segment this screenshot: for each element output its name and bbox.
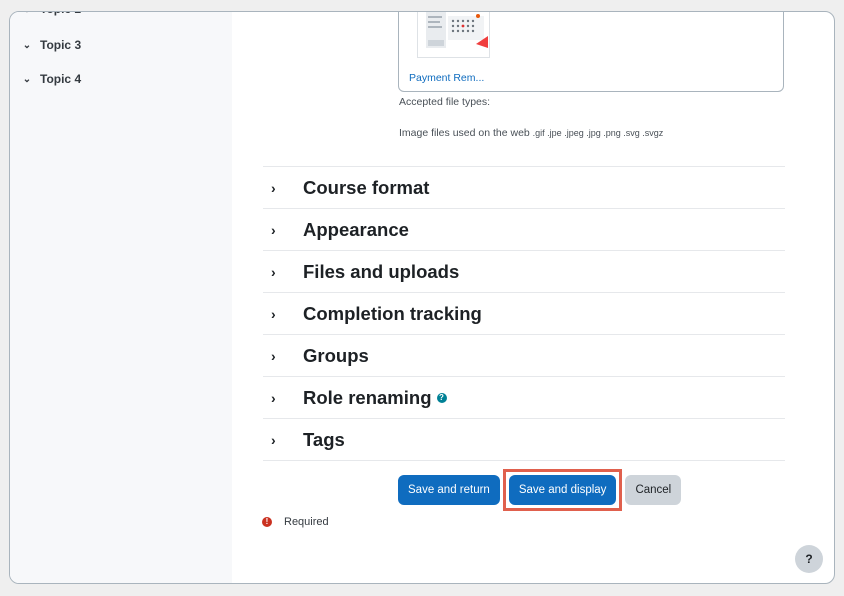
form-buttons: Save and return Save and display Cancel	[398, 469, 682, 511]
chevron-down-icon: ⌄	[22, 39, 32, 51]
section-tags[interactable]: › Tags	[263, 419, 785, 461]
sidebar-item-label: Topic 2	[40, 12, 81, 16]
chevron-right-icon: ›	[271, 347, 276, 364]
section-course-format[interactable]: › Course format	[263, 166, 785, 209]
section-label: Tags	[303, 428, 345, 450]
accepted-types-extensions: .gif .jpe .jpeg .jpg .png .svg .svgz	[532, 128, 664, 138]
browser-window: ⌄ Topic 2 ⌄ Topic 3 ⌄ Topic 4	[9, 11, 835, 584]
section-completion-tracking[interactable]: › Completion tracking	[263, 293, 785, 335]
save-and-return-button[interactable]: Save and return	[398, 475, 500, 505]
section-appearance[interactable]: › Appearance	[263, 209, 785, 251]
section-label: Role renaming	[303, 386, 432, 408]
section-label: Appearance	[303, 218, 409, 240]
chevron-down-icon: ⌄	[22, 73, 32, 85]
accepted-types-description: Image files used on the web	[399, 127, 530, 139]
required-label: Required	[284, 516, 329, 528]
section-label: Files and uploads	[303, 260, 460, 282]
file-thumbnail[interactable]	[417, 12, 490, 58]
chevron-right-icon: ›	[271, 179, 276, 196]
highlight-box: Save and display	[502, 469, 623, 511]
section-files-and-uploads[interactable]: › Files and uploads	[263, 251, 785, 293]
chevron-right-icon: ›	[271, 305, 276, 322]
collapsible-sections: › Course format › Appearance › Files and…	[263, 166, 785, 461]
section-label: Course format	[303, 176, 430, 198]
sidebar-item-label: Topic 4	[40, 72, 82, 86]
help-button[interactable]: ?	[795, 545, 823, 573]
section-label: Completion tracking	[303, 302, 482, 324]
section-label: Groups	[303, 344, 369, 366]
section-role-renaming[interactable]: › Role renaming ?	[263, 377, 785, 419]
required-icon: !	[262, 517, 272, 527]
sidebar-item-topic-3[interactable]: ⌄ Topic 3	[22, 38, 81, 52]
main-content: Payment Rem... Accepted file types: Imag…	[232, 12, 834, 583]
chevron-right-icon: ›	[271, 263, 276, 280]
sidebar-item-topic-4[interactable]: ⌄ Topic 4	[22, 72, 81, 86]
help-icon[interactable]: ?	[436, 392, 447, 403]
cancel-button[interactable]: Cancel	[625, 475, 682, 505]
chevron-right-icon: ›	[271, 221, 276, 238]
section-groups[interactable]: › Groups	[263, 335, 785, 377]
chevron-down-icon: ⌄	[22, 12, 32, 15]
course-image-filepicker[interactable]: Payment Rem...	[398, 12, 784, 92]
chevron-right-icon: ›	[271, 431, 276, 448]
required-legend: ! Required	[262, 516, 329, 528]
sidebar-item-label: Topic 3	[40, 38, 82, 52]
accepted-file-types-label: Accepted file types:	[399, 96, 491, 108]
sidebar-item-topic-2[interactable]: ⌄ Topic 2	[22, 12, 81, 16]
save-and-display-button[interactable]: Save and display	[508, 475, 617, 505]
course-index-sidebar: ⌄ Topic 2 ⌄ Topic 3 ⌄ Topic 4	[10, 12, 232, 583]
file-name-link[interactable]: Payment Rem...	[409, 72, 484, 84]
chevron-right-icon: ›	[271, 389, 276, 406]
accepted-file-types: Image files used on the web .gif .jpe .j…	[399, 127, 663, 139]
